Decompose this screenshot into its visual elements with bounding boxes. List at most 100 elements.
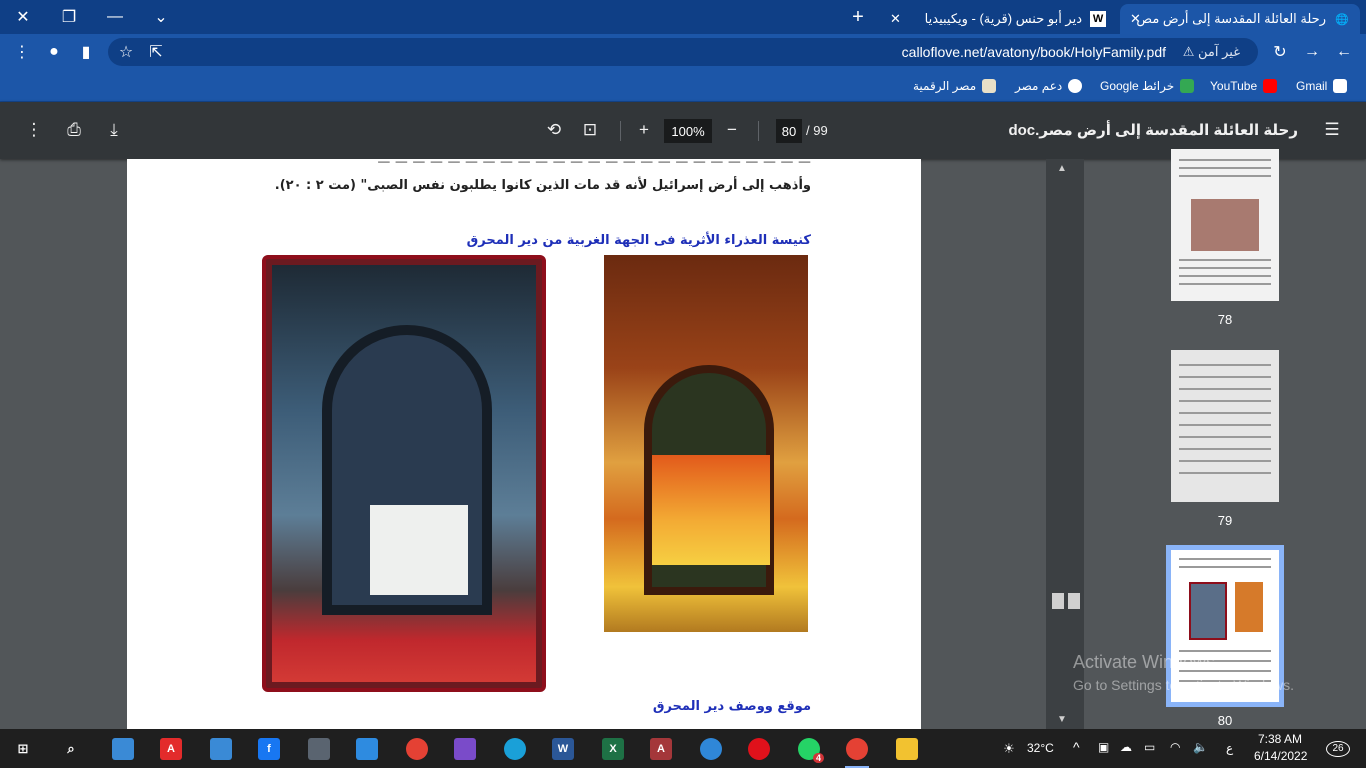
globe-icon — [1068, 79, 1083, 93]
tab-search-button[interactable]: ⌄ — [138, 0, 184, 34]
weather-icon[interactable]: ☀ — [994, 735, 1024, 763]
word-icon[interactable]: W — [548, 735, 578, 763]
share-icon[interactable]: ⇱ — [144, 40, 168, 64]
cut-off-text-line: — — — — — — — — — — — — — — — — — — — — … — [377, 159, 811, 170]
scroll-up-icon[interactable]: ▲ — [1057, 163, 1067, 174]
text-line — [1179, 436, 1271, 438]
close-tab-icon[interactable]: ✕ — [890, 11, 901, 27]
whatsapp-icon[interactable]: 4 — [794, 735, 824, 763]
sidebar-resize-handle[interactable] — [1052, 593, 1064, 609]
thumbnail-image — [1235, 582, 1263, 632]
chrome-active-icon[interactable] — [842, 735, 872, 768]
caption-bottom: موقع ووصف دير المحرق — [652, 699, 811, 714]
page-number-input[interactable]: 80 — [776, 119, 802, 143]
wifi-icon[interactable]: ◠ — [1170, 740, 1180, 754]
text-line — [1179, 376, 1271, 378]
minimize-window-button[interactable]: — — [92, 0, 138, 34]
thumbnail-image — [1191, 199, 1259, 251]
profile-icon[interactable]: ● — [42, 40, 66, 64]
text-line — [1179, 159, 1271, 161]
zoom-in-icon[interactable]: + — [632, 118, 656, 142]
text-line — [1179, 460, 1271, 462]
control-panel-icon[interactable] — [108, 735, 138, 763]
text-line — [1179, 566, 1271, 568]
sidepanel-icon[interactable]: ▮ — [74, 40, 98, 64]
altar-shape — [370, 505, 468, 595]
wikipedia-icon: W — [1090, 11, 1106, 27]
bookmark-label: خرائط Google — [1100, 79, 1175, 93]
start-icon[interactable]: ⊞ — [8, 735, 38, 763]
excel-icon[interactable]: X — [598, 735, 628, 763]
forward-icon[interactable]: → — [1300, 40, 1324, 64]
bookmark-label: YouTube — [1210, 79, 1258, 93]
thumbnail-page-79[interactable] — [1171, 350, 1279, 502]
visual-studio-icon[interactable] — [450, 735, 480, 763]
clock-date[interactable]: 6/14/2022 — [1254, 749, 1307, 763]
scroll-down-icon[interactable]: ▼ — [1057, 714, 1067, 725]
search-icon[interactable]: ⌕ — [56, 735, 86, 763]
acrobat-icon[interactable]: A — [156, 735, 186, 763]
reload-icon[interactable]: ↻ — [1268, 40, 1292, 64]
bookmarks-bar: Gmail YouTube خرائط Google دعم مصر مصر ا… — [0, 70, 1366, 102]
menu-dots-icon[interactable]: ⋮ — [10, 40, 34, 64]
restore-window-button[interactable]: ❐ — [46, 0, 92, 34]
temperature: 32°C — [1027, 741, 1054, 755]
bookmark-digital-egypt[interactable]: مصر الرقمية — [913, 76, 997, 96]
thumbnail-label: 78 — [1217, 312, 1233, 327]
bookmark-label: دعم مصر — [1015, 79, 1063, 93]
meet-icon[interactable]: ▣ — [1098, 740, 1109, 754]
altar-shape — [652, 455, 770, 565]
text-line — [1179, 175, 1271, 177]
tab-holyfamily-pdf[interactable]: 🌐 رحلة العائلة المقدسة إلى أرض مص ✕ — [1120, 4, 1360, 34]
tab-wikipedia[interactable]: W دير أبو حنس (قرية) - ويكيبيديا ✕ — [880, 4, 1116, 34]
new-tab-button[interactable]: + — [845, 4, 871, 30]
opera-icon[interactable] — [744, 735, 774, 763]
cloud-icon[interactable]: ☁ — [1120, 740, 1132, 754]
bookmark-google-maps[interactable]: خرائط Google — [1100, 76, 1195, 96]
chrome-icon[interactable] — [402, 735, 432, 763]
sidebar-menu-icon[interactable]: ☰ — [1320, 118, 1344, 142]
bookmark-label: مصر الرقمية — [913, 79, 977, 93]
bookmark-star-icon[interactable]: ☆ — [114, 40, 138, 64]
tab-strip: ✕ ❐ — ⌄ + W دير أبو حنس (قرية) - ويكيبيد… — [0, 0, 1366, 34]
close-tab-icon[interactable]: ✕ — [1130, 11, 1141, 27]
bookmark-label: Gmail — [1296, 79, 1328, 93]
caption-top: كنيسة العذراء الأثرية فى الجهة الغربية م… — [466, 233, 811, 248]
magnifier-icon[interactable] — [206, 735, 236, 763]
facebook-icon[interactable]: f — [254, 735, 284, 763]
youtube-icon — [1263, 79, 1278, 93]
security-indicator[interactable]: غير آمن ⚠ — [1183, 44, 1240, 60]
clock-time[interactable]: 7:38 AM — [1258, 732, 1302, 746]
page-scrollbar[interactable]: ▲ ▼ — [1046, 159, 1084, 729]
sidebar-resize-handle[interactable] — [1068, 593, 1080, 609]
fit-page-icon[interactable]: ⊡ — [578, 118, 602, 142]
language-indicator[interactable]: ع — [1226, 741, 1233, 755]
thumbnail-page-78[interactable] — [1171, 149, 1279, 301]
more-actions-icon[interactable]: ⋮ — [22, 118, 46, 142]
print-icon[interactable]: ⎙ — [62, 118, 86, 142]
bookmark-youtube[interactable]: YouTube — [1210, 76, 1278, 96]
back-icon[interactable]: ← — [1332, 40, 1356, 64]
whatsapp-badge: 4 — [812, 753, 824, 763]
edge-icon[interactable] — [500, 735, 530, 763]
zoom-field[interactable]: 100% — [664, 119, 712, 143]
tray-expand-icon[interactable]: ^ — [1073, 739, 1080, 755]
access-icon[interactable]: A — [646, 735, 676, 763]
sync-icon[interactable] — [696, 735, 726, 763]
address-bar[interactable]: ☆ ⇱ calloflove.net/avatony/book/HolyFami… — [108, 38, 1258, 66]
calendar-icon[interactable] — [352, 735, 382, 763]
bookmark-daam-masr[interactable]: دعم مصر — [1015, 76, 1083, 96]
close-window-button[interactable]: ✕ — [0, 0, 46, 34]
calculator-icon[interactable] — [304, 735, 334, 763]
rotate-icon[interactable]: ⟲ — [542, 118, 566, 142]
download-icon[interactable]: ⤓ — [102, 118, 126, 142]
url-text: calloflove.net/avatony/book/HolyFamily.p… — [901, 44, 1166, 60]
notification-count[interactable]: 26 — [1326, 741, 1350, 757]
digital-egypt-icon — [982, 79, 997, 93]
gmail-icon — [1333, 79, 1348, 93]
file-explorer-icon[interactable] — [892, 735, 922, 763]
bookmark-gmail[interactable]: Gmail — [1296, 76, 1348, 96]
volume-icon[interactable]: 🔈 — [1193, 740, 1208, 754]
zoom-out-icon[interactable]: − — [720, 118, 744, 142]
battery-icon[interactable]: ▭ — [1144, 740, 1155, 754]
